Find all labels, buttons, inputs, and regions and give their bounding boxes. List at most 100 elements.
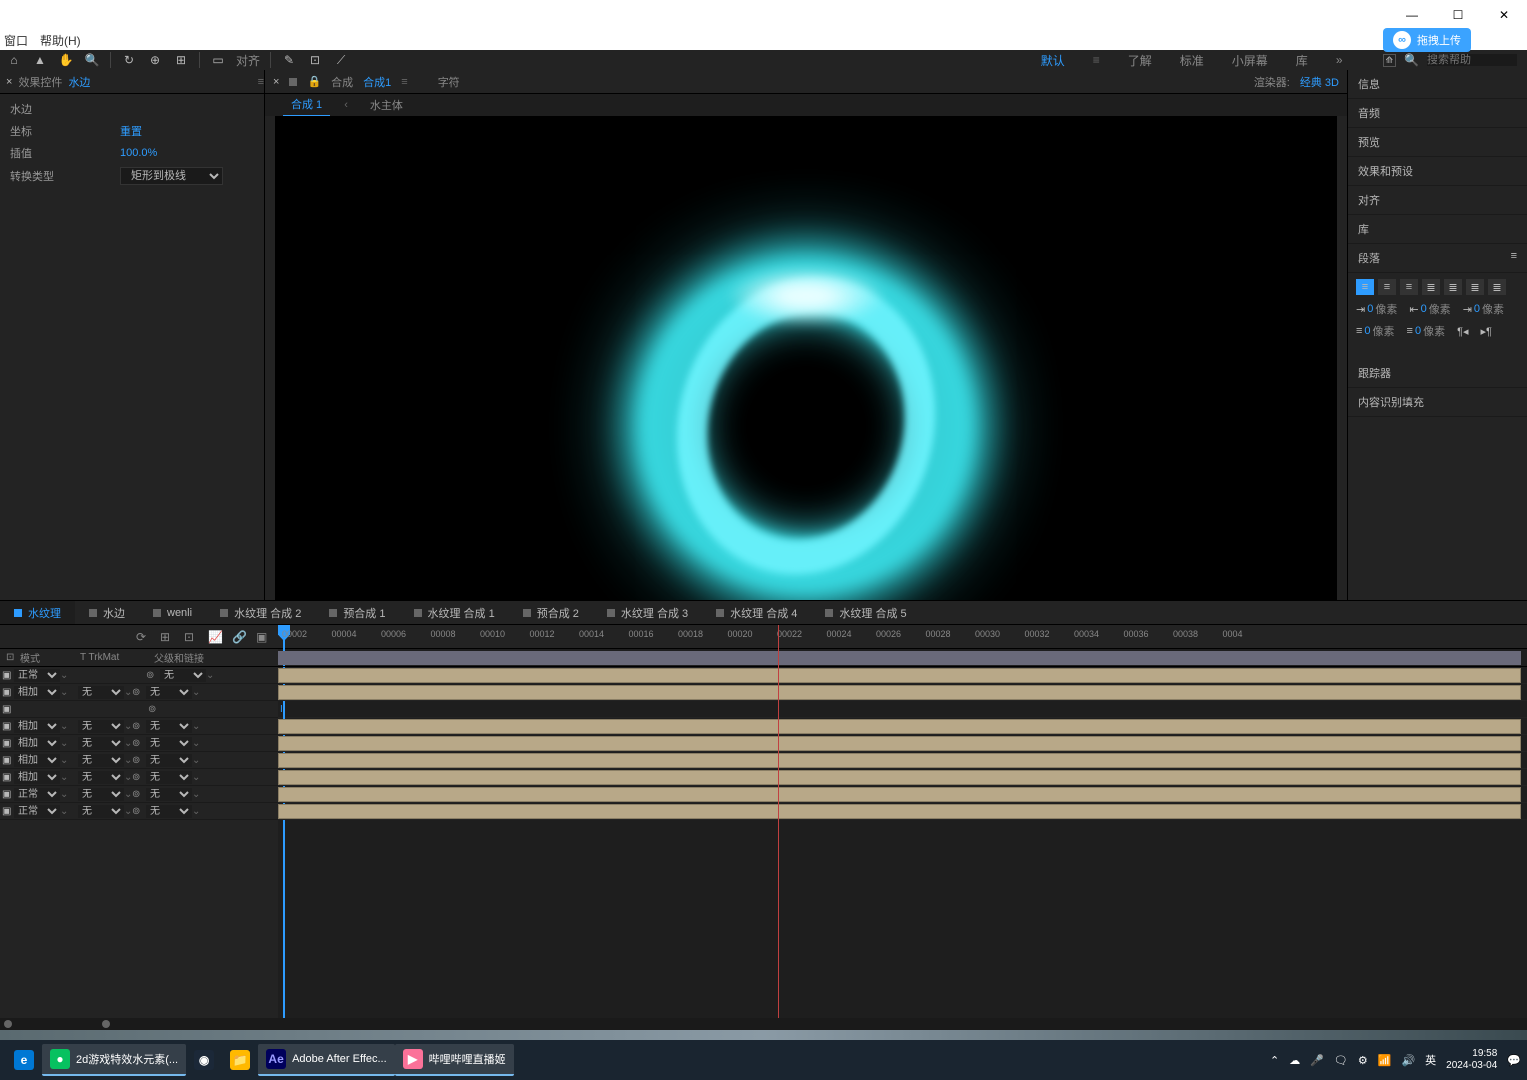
blend-mode-select[interactable]: 相加: [14, 686, 60, 699]
workspace-library[interactable]: 库: [1296, 52, 1308, 69]
panel-menu-icon[interactable]: ≡: [401, 76, 407, 88]
tray-chevron-icon[interactable]: ⌃: [1270, 1054, 1279, 1067]
layer-row[interactable]: ▣相加⌄无⌄⊚无⌄: [0, 684, 278, 701]
home-icon[interactable]: ⌂: [6, 52, 22, 68]
panel-audio[interactable]: 音频: [1348, 99, 1527, 128]
tray-mic-icon[interactable]: 🎤: [1310, 1054, 1324, 1067]
direction-rtl[interactable]: ▸¶: [1481, 323, 1492, 339]
link-icon[interactable]: 🔗: [232, 630, 246, 644]
zoom-out-knob[interactable]: [4, 1020, 12, 1028]
workspace-learn[interactable]: 了解: [1128, 52, 1152, 69]
parent-select[interactable]: 无: [146, 737, 192, 750]
panel-info[interactable]: 信息: [1348, 70, 1527, 99]
timeline-tab[interactable]: 水纹理 合成 4: [702, 601, 811, 624]
tray-network-icon[interactable]: 📶: [1378, 1054, 1392, 1067]
home-icon[interactable]: ⟰: [1383, 54, 1397, 67]
trkmat-select[interactable]: 无: [78, 805, 124, 818]
pan-behind-tool-icon[interactable]: ⊞: [173, 52, 189, 68]
brush-tool-icon[interactable]: ⟋: [333, 52, 349, 68]
renderer-value[interactable]: 经典 3D: [1300, 74, 1339, 90]
character-tab[interactable]: 字符: [438, 74, 460, 90]
trkmat-select[interactable]: 无: [78, 686, 124, 699]
timeline-track[interactable]: [278, 684, 1527, 701]
col-parent[interactable]: 父级和链接: [154, 650, 204, 665]
shy-icon[interactable]: ⟳: [136, 630, 150, 644]
layer-clip[interactable]: [278, 685, 1521, 700]
justify-last-right-button[interactable]: ≣: [1466, 279, 1484, 295]
layer-row[interactable]: ▣正常⌄⊚无⌄: [0, 667, 278, 684]
layer-row[interactable]: ▣相加⌄无⌄⊚无⌄: [0, 769, 278, 786]
align-center-button[interactable]: ≡: [1378, 279, 1396, 295]
camera-tool-icon[interactable]: ⊕: [147, 52, 163, 68]
layer-row[interactable]: ▣相加⌄无⌄⊚无⌄: [0, 735, 278, 752]
prop-interpolation-value[interactable]: 100.0%: [120, 147, 157, 159]
graph-icon[interactable]: 📈: [208, 630, 222, 644]
close-button[interactable]: ✕: [1481, 0, 1527, 30]
notification-icon[interactable]: 💬: [1507, 1054, 1521, 1067]
col-mode[interactable]: 模式: [20, 650, 80, 665]
layer-row[interactable]: ▣相加⌄无⌄⊚无⌄: [0, 752, 278, 769]
layer-row[interactable]: ▣正常⌄无⌄⊚无⌄: [0, 786, 278, 803]
pen-tool-icon[interactable]: ✎: [281, 52, 297, 68]
layer-row[interactable]: ▣⊚: [0, 701, 278, 718]
layer-clip[interactable]: [278, 770, 1521, 785]
taskbar-app-wechat[interactable]: ●2d游戏特效水元素(...: [42, 1044, 186, 1076]
drag-upload-badge[interactable]: ∞ 拖拽上传: [1383, 28, 1471, 52]
render-queue-icon[interactable]: ▣: [256, 630, 270, 644]
indent-firstline[interactable]: ⇤0像素: [1409, 301, 1450, 317]
selection-tool-icon[interactable]: ▲: [32, 52, 48, 68]
zoom-tool-icon[interactable]: 🔍: [84, 52, 100, 68]
timeline-track[interactable]: [278, 735, 1527, 752]
align-right-button[interactable]: ≡: [1400, 279, 1418, 295]
taskbar-app-edge[interactable]: e: [6, 1044, 42, 1076]
tray-volume-icon[interactable]: 🔊: [1401, 1054, 1415, 1067]
justify-all-button[interactable]: ≣: [1488, 279, 1506, 295]
flow-comp1[interactable]: 合成 1: [283, 93, 330, 117]
indent-right[interactable]: ⇥0像素: [1463, 301, 1504, 317]
tray-cloud-icon[interactable]: ☁: [1289, 1054, 1300, 1067]
menu-window[interactable]: 窗口: [4, 32, 28, 49]
tray-chat-icon[interactable]: 🗨: [1334, 1054, 1348, 1067]
space-after[interactable]: ≡0像素: [1407, 323, 1446, 339]
panel-tracker[interactable]: 跟踪器: [1348, 359, 1527, 388]
tray-ime[interactable]: 英: [1425, 1052, 1436, 1068]
panel-library[interactable]: 库: [1348, 215, 1527, 244]
taskbar-app-bilibili[interactable]: ▶哔哩哔哩直播姬: [395, 1044, 514, 1076]
prop-conversion-select[interactable]: 矩形到极线: [120, 167, 223, 185]
frame-blend-icon[interactable]: ⊞: [160, 630, 174, 644]
text-tool-icon[interactable]: ⊡: [307, 52, 323, 68]
panel-menu-icon[interactable]: ≡: [258, 76, 264, 88]
trkmat-select[interactable]: 无: [78, 771, 124, 784]
timeline-tracks[interactable]: 0000200004000060000800010000120001400016…: [278, 625, 1527, 1018]
blend-mode-select[interactable]: 正常: [14, 669, 60, 682]
workspace-overflow-icon[interactable]: »: [1336, 53, 1343, 67]
indent-left[interactable]: ⇥0像素: [1356, 301, 1397, 317]
timeline-track[interactable]: [278, 803, 1527, 820]
space-before[interactable]: ≡0像素: [1356, 323, 1395, 339]
workspace-small[interactable]: 小屏幕: [1232, 52, 1268, 69]
parent-select[interactable]: 无: [160, 669, 206, 682]
timeline-track[interactable]: [278, 718, 1527, 735]
flow-main[interactable]: 水主体: [362, 94, 411, 116]
effect-group-label[interactable]: 水边: [10, 101, 120, 117]
layer-clip[interactable]: [278, 804, 1521, 819]
blend-mode-select[interactable]: 相加: [14, 737, 60, 750]
menu-help[interactable]: 帮助(H): [40, 32, 81, 49]
taskbar-app-steam[interactable]: ◉: [186, 1044, 222, 1076]
panel-menu-icon[interactable]: ≡: [1511, 250, 1517, 266]
blend-mode-select[interactable]: 相加: [14, 754, 60, 767]
taskbar-clock[interactable]: 19:58 2024-03-04: [1446, 1048, 1497, 1072]
align-left-button[interactable]: ≡: [1356, 279, 1374, 295]
blend-mode-select[interactable]: 相加: [14, 771, 60, 784]
rotate-tool-icon[interactable]: ↻: [121, 52, 137, 68]
justify-last-left-button[interactable]: ≣: [1422, 279, 1440, 295]
workspace-default[interactable]: 默认: [1041, 52, 1065, 69]
comp-active-name[interactable]: 合成1: [363, 74, 391, 90]
direction-ltr[interactable]: ¶◂: [1457, 323, 1468, 339]
timeline-tab[interactable]: 水边: [75, 601, 139, 624]
col-trkmat[interactable]: T TrkMat: [80, 652, 154, 663]
workspace-standard[interactable]: 标准: [1180, 52, 1204, 69]
taskbar-app-explorer[interactable]: 📁: [222, 1044, 258, 1076]
trkmat-select[interactable]: 无: [78, 720, 124, 733]
justify-last-center-button[interactable]: ≣: [1444, 279, 1462, 295]
